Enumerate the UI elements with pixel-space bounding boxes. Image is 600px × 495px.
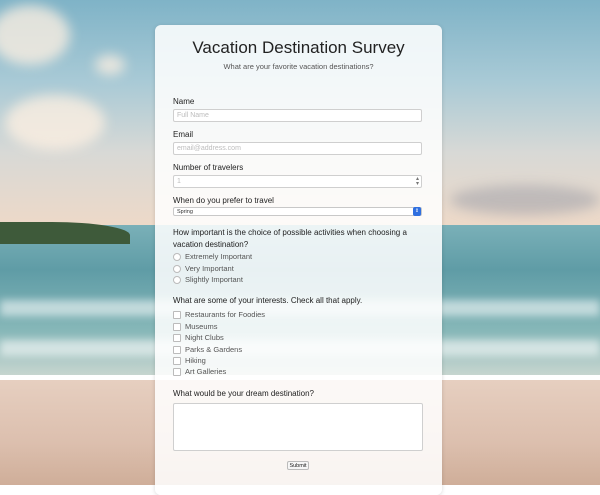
cloud (5, 95, 105, 150)
radio-button[interactable] (173, 276, 181, 285)
dream-question: What would be your dream destination? (173, 389, 314, 398)
checkbox[interactable] (173, 334, 181, 343)
checkbox-option[interactable]: Hiking (173, 356, 206, 366)
season-select[interactable]: Spring ⇕ (173, 207, 422, 216)
radio-button[interactable] (173, 265, 181, 274)
radio-label: Slightly Important (185, 275, 243, 284)
checkbox-label: Hiking (185, 356, 206, 365)
name-field[interactable]: Full Name (173, 109, 422, 122)
cloud (450, 185, 600, 215)
checkbox-option[interactable]: Parks & Gardens (173, 345, 242, 355)
email-field[interactable]: email@address.com (173, 142, 422, 155)
name-placeholder: Full Name (177, 112, 209, 119)
checkbox[interactable] (173, 311, 181, 320)
radio-option[interactable]: Very Important (173, 264, 234, 274)
dream-destination-textarea[interactable] (173, 403, 423, 451)
submit-button[interactable]: Submit (287, 461, 309, 470)
checkbox-label: Restaurants for Foodies (185, 310, 266, 319)
radio-option[interactable]: Extremely Important (173, 252, 252, 262)
survey-subtitle: What are your favorite vacation destinat… (223, 62, 374, 71)
checkbox-option[interactable]: Art Galleries (173, 367, 226, 377)
radio-button[interactable] (173, 253, 181, 262)
checkbox-option[interactable]: Restaurants for Foodies (173, 310, 265, 320)
chevron-updown-icon: ⇕ (413, 207, 421, 216)
checkbox-option[interactable]: Night Clubs (173, 333, 224, 343)
travelers-field[interactable]: 1 ▴ ▾ (173, 175, 422, 188)
travelers-label: Number of travelers (173, 163, 244, 172)
spinner-arrows-icon[interactable]: ▴ ▾ (416, 176, 419, 187)
checkbox-label: Parks & Gardens (185, 345, 243, 354)
radio-option[interactable]: Slightly Important (173, 275, 243, 285)
radio-label: Very Important (185, 264, 234, 273)
name-label: Name (173, 97, 195, 106)
checkbox[interactable] (173, 346, 181, 355)
importance-question: How important is the choice of possible … (173, 228, 407, 249)
cloud (95, 55, 125, 75)
radio-label: Extremely Important (185, 252, 253, 261)
email-label: Email (173, 130, 194, 139)
email-placeholder: email@address.com (177, 145, 241, 152)
checkbox[interactable] (173, 357, 181, 366)
checkbox-label: Night Clubs (185, 333, 224, 342)
season-label: When do you prefer to travel (173, 196, 274, 205)
survey-panel: Vacation Destination Survey What are you… (155, 25, 442, 495)
checkbox[interactable] (173, 368, 181, 377)
interests-question: What are some of your interests. Check a… (173, 296, 363, 305)
checkbox-option[interactable]: Museums (173, 322, 218, 332)
checkbox-label: Museums (185, 322, 218, 331)
season-selected: Spring (177, 209, 193, 215)
survey-title: Vacation Destination Survey (192, 38, 405, 57)
checkbox-label: Art Galleries (185, 367, 227, 376)
travelers-placeholder: 1 (177, 178, 181, 185)
checkbox[interactable] (173, 323, 181, 332)
